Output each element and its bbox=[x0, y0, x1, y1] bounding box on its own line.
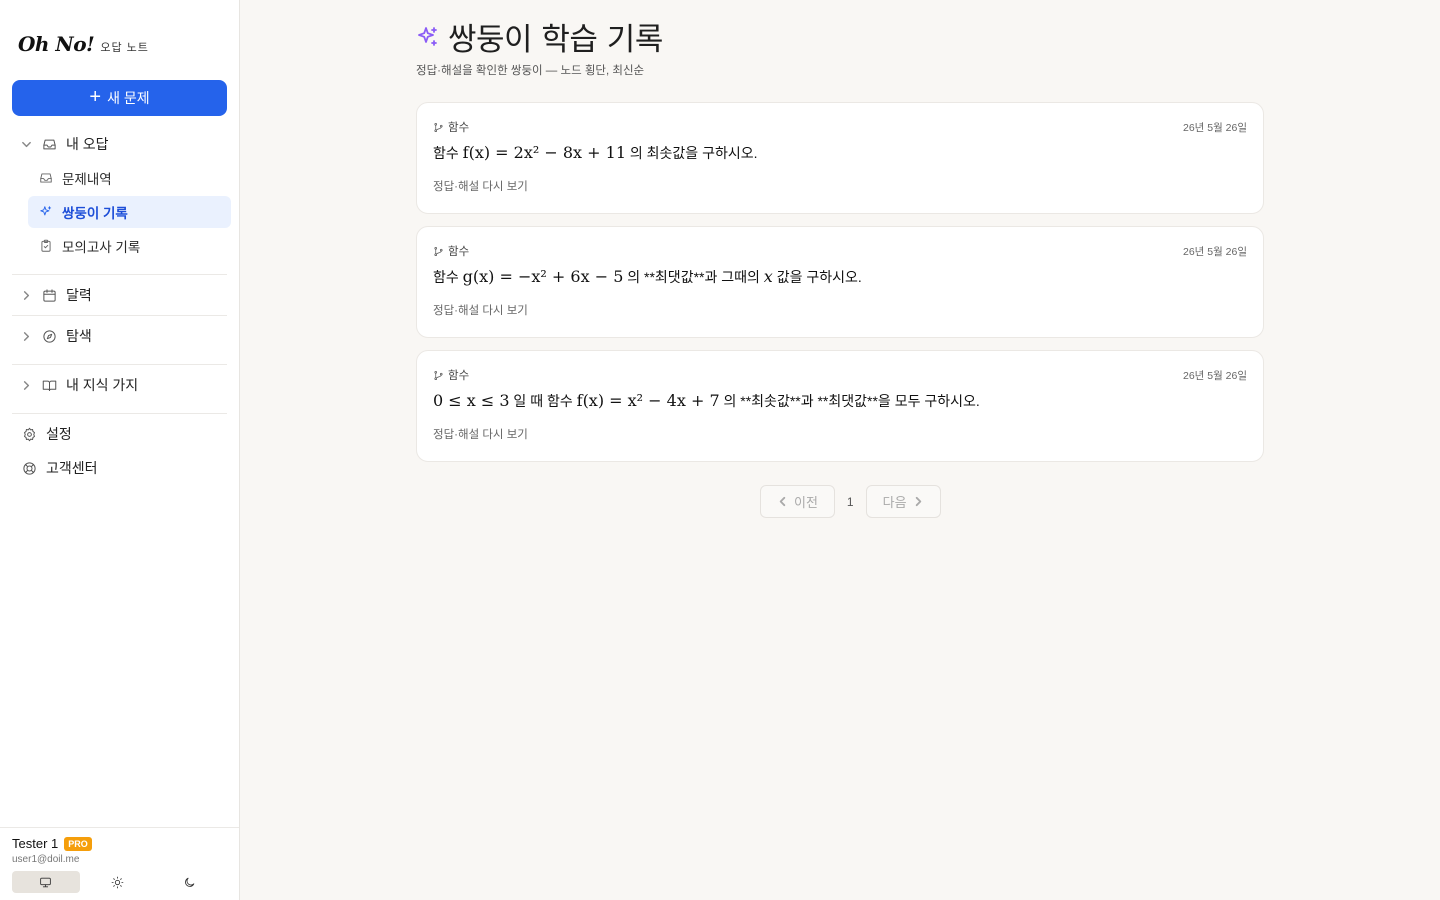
current-page-number[interactable]: 1 bbox=[847, 495, 854, 509]
nav-knowledge[interactable]: 내 지식 가지 bbox=[20, 375, 138, 395]
question-math: f(x) = 2x² − 8x + 11 bbox=[462, 143, 626, 162]
question-math-variable: x bbox=[763, 267, 773, 286]
nav-explore-label: 탐색 bbox=[66, 328, 92, 344]
inbox-icon bbox=[40, 173, 52, 183]
review-solution-link[interactable]: 정답·해설 다시 보기 bbox=[433, 426, 528, 442]
gear-icon bbox=[20, 425, 38, 443]
sidebar: Oh No! 오답 노트 + 새 문제 내 오답 문제내역 쌍둥이 기록 모의고… bbox=[0, 0, 240, 900]
question-math-range: 0 ≤ x ≤ 3 bbox=[433, 391, 510, 410]
user-name-row: Tester 1 PRO bbox=[12, 836, 92, 851]
sparkles-icon bbox=[40, 206, 52, 216]
question-suffix: 값을 구하시오. bbox=[772, 269, 862, 285]
brand-subtitle: 오답 노트 bbox=[100, 42, 149, 54]
clipboard-check-icon bbox=[41, 239, 51, 252]
sidebar-item-twin-records[interactable]: 쌍둥이 기록 bbox=[28, 196, 231, 228]
nav-calendar-label: 달력 bbox=[66, 287, 92, 303]
chevron-right-icon bbox=[20, 380, 32, 391]
user-panel: Tester 1 PRO user1@doil.me bbox=[0, 827, 239, 900]
nav-my-wrong[interactable]: 내 오답 bbox=[20, 134, 109, 154]
question-text: 함수 f(x) = 2x² − 8x + 11 의 최솟값을 구하시오. bbox=[433, 143, 757, 163]
next-page-label: 다음 bbox=[882, 495, 907, 510]
next-page-button[interactable]: 다음 bbox=[865, 485, 941, 518]
topic-tag: 함수 bbox=[433, 367, 469, 383]
moon-icon bbox=[184, 877, 194, 887]
nav-my-wrong-label: 내 오답 bbox=[66, 136, 109, 152]
prev-page-label: 이전 bbox=[794, 495, 818, 510]
chevron-right-icon bbox=[20, 331, 32, 342]
chevron-right-icon bbox=[20, 290, 32, 301]
question-math: g(x) = −x² + 6x − 5 bbox=[462, 267, 624, 286]
twin-record-card[interactable]: 함수 26년 5월 26일 함수 f(x) = 2x² − 8x + 11 의 … bbox=[416, 102, 1264, 214]
user-email: user1@doil.me bbox=[12, 854, 80, 865]
divider bbox=[12, 315, 227, 316]
sidebar-item-label: 쌍둥이 기록 bbox=[62, 206, 128, 221]
book-open-icon bbox=[40, 376, 58, 394]
nav-settings-label: 설정 bbox=[46, 426, 72, 442]
record-date: 26년 5월 26일 bbox=[1182, 122, 1247, 134]
question-middle: 의 **최댓값**과 그때의 bbox=[623, 269, 764, 285]
monitor-icon bbox=[40, 877, 52, 887]
nav-knowledge-label: 내 지식 가지 bbox=[66, 377, 139, 393]
question-text: 함수 g(x) = −x² + 6x − 5 의 **최댓값**과 그때의 x … bbox=[433, 267, 862, 287]
review-solution-link[interactable]: 정답·해설 다시 보기 bbox=[433, 178, 528, 194]
sidebar-item-label: 문제내역 bbox=[62, 172, 112, 187]
nav-settings[interactable]: 설정 bbox=[20, 424, 72, 444]
chevron-left-icon bbox=[779, 496, 786, 507]
brand[interactable]: Oh No! 오답 노트 bbox=[18, 32, 149, 56]
sidebar-item-history[interactable]: 문제내역 bbox=[28, 162, 231, 194]
divider bbox=[12, 364, 227, 365]
git-branch-icon bbox=[434, 122, 443, 132]
pro-badge: PRO bbox=[64, 836, 92, 851]
question-text: 0 ≤ x ≤ 3 일 때 함수 f(x) = x² − 4x + 7 의 **… bbox=[433, 391, 980, 411]
new-problem-label: 새 문제 bbox=[107, 90, 150, 106]
nav-support[interactable]: 고객센터 bbox=[20, 458, 98, 478]
inbox-icon bbox=[40, 135, 58, 153]
new-problem-button[interactable]: + 새 문제 bbox=[12, 80, 227, 116]
sidebar-item-mock-exam[interactable]: 모의고사 기록 bbox=[28, 230, 231, 262]
twin-record-card[interactable]: 함수 26년 5월 26일 0 ≤ x ≤ 3 일 때 함수 f(x) = x²… bbox=[416, 350, 1264, 462]
lifebuoy-icon bbox=[20, 459, 38, 477]
git-branch-icon bbox=[434, 246, 443, 256]
question-math: f(x) = x² − 4x + 7 bbox=[576, 391, 720, 410]
brand-logo[interactable]: Oh No! bbox=[18, 32, 95, 56]
page-title: 쌍둥이 학습 기록 bbox=[448, 22, 663, 58]
calendar-icon bbox=[40, 286, 58, 304]
chevron-right-icon bbox=[915, 496, 921, 507]
nav-calendar[interactable]: 달력 bbox=[20, 285, 92, 305]
question-suffix: 의 최솟값을 구하시오. bbox=[626, 145, 758, 161]
prev-page-button[interactable]: 이전 bbox=[760, 485, 835, 518]
topic-tag: 함수 bbox=[433, 119, 469, 135]
topic-tag-label: 함수 bbox=[448, 122, 470, 134]
theme-system-button[interactable] bbox=[12, 871, 80, 893]
plus-icon: + bbox=[89, 86, 102, 108]
question-prefix: 함수 bbox=[433, 269, 463, 285]
question-suffix: 의 **최솟값**과 **최댓값**을 모두 구하시오. bbox=[719, 393, 980, 409]
theme-light-button[interactable] bbox=[84, 871, 152, 893]
sparkles-icon bbox=[418, 26, 437, 46]
divider bbox=[12, 413, 227, 414]
theme-dark-button[interactable] bbox=[155, 871, 223, 893]
chevron-down-icon bbox=[20, 139, 32, 150]
question-prefix: 함수 bbox=[433, 145, 463, 161]
pagination: 이전 1 다음 bbox=[760, 485, 941, 518]
divider bbox=[12, 274, 227, 275]
user-name: Tester 1 bbox=[12, 836, 59, 851]
twin-record-card[interactable]: 함수 26년 5월 26일 함수 g(x) = −x² + 6x − 5 의 *… bbox=[416, 226, 1264, 338]
record-date: 26년 5월 26일 bbox=[1182, 370, 1247, 382]
sun-icon bbox=[111, 876, 124, 888]
page-title-row: 쌍둥이 학습 기록 bbox=[416, 14, 663, 59]
sidebar-item-label: 모의고사 기록 bbox=[62, 240, 141, 255]
theme-switcher bbox=[12, 871, 227, 893]
topic-tag-label: 함수 bbox=[448, 246, 470, 258]
topic-tag: 함수 bbox=[433, 243, 469, 259]
record-date: 26년 5월 26일 bbox=[1182, 246, 1247, 258]
topic-tag-label: 함수 bbox=[448, 370, 470, 382]
page-subtitle: 정답·해설을 확인한 쌍둥이 — 노드 횡단, 최신순 bbox=[416, 65, 645, 77]
compass-icon bbox=[40, 327, 58, 345]
nav-explore[interactable]: 탐색 bbox=[20, 326, 92, 346]
git-branch-icon bbox=[434, 370, 443, 380]
question-middle: 일 때 함수 bbox=[509, 393, 577, 409]
review-solution-link[interactable]: 정답·해설 다시 보기 bbox=[433, 302, 528, 318]
nav-support-label: 고객센터 bbox=[46, 460, 98, 476]
